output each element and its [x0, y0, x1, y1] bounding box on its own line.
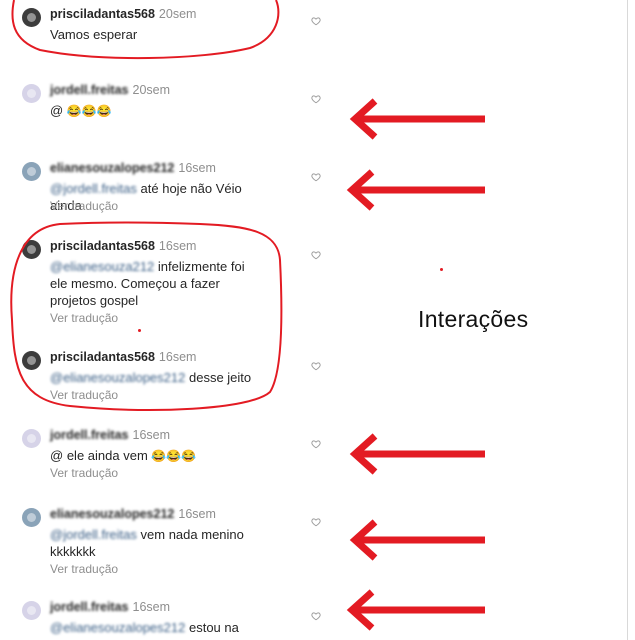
comment-time: 16sem: [178, 161, 216, 175]
comment-text: @elianesouza212 infelizmente foi ele mes…: [50, 258, 265, 309]
heart-icon[interactable]: [311, 16, 321, 26]
comment-header: elianesouzalopes212 16sem: [50, 506, 216, 522]
avatar[interactable]: [22, 601, 41, 620]
comment-header: jordell.freitas 20sem: [50, 82, 170, 98]
comment-mention[interactable]: @jordell.freitas: [50, 527, 137, 542]
comment-emoji: 😂😂😂: [66, 104, 112, 118]
comment-text: @elianesouzalopes212 desse jeito: [50, 369, 265, 386]
comment-header: prisciladantas568 16sem: [50, 238, 196, 254]
comment-text: @elianesouzalopes212 estou na: [50, 619, 265, 636]
annotation-label: Interações: [418, 306, 529, 332]
red-dot: [440, 268, 443, 271]
comment-username[interactable]: elianesouzalopes212: [50, 161, 174, 175]
screenshot-edge: [627, 0, 628, 640]
comment-time: 16sem: [132, 428, 171, 442]
comment-text-content: estou na: [188, 620, 239, 635]
comment-mention[interactable]: @: [50, 448, 63, 463]
comment-text: @jordell.freitas vem nada menino kkkkkkk: [50, 526, 265, 560]
see-translation-link[interactable]: Ver tradução: [50, 388, 118, 402]
comment-mention[interactable]: @elianesouzalopes212: [50, 620, 185, 635]
avatar[interactable]: [22, 84, 41, 103]
comment-username[interactable]: jordell.freitas: [50, 83, 129, 97]
heart-icon[interactable]: [311, 611, 321, 621]
avatar[interactable]: [22, 351, 41, 370]
avatar[interactable]: [22, 429, 41, 448]
comment-mention[interactable]: @jordell.freitas: [50, 181, 137, 196]
see-translation-link[interactable]: Ver tradução: [50, 311, 118, 325]
avatar[interactable]: [22, 240, 41, 259]
heart-icon[interactable]: [311, 439, 321, 449]
comment-header: elianesouzalopes212 16sem: [50, 160, 216, 176]
left-arrow-icon: [346, 169, 485, 211]
comment-time: 20sem: [158, 7, 197, 21]
comment-thread-screenshot: prisciladantas568 20sem Vamos esperar jor…: [0, 0, 635, 640]
see-translation-link[interactable]: Ver tradução: [50, 466, 118, 480]
comment-header: prisciladantas568 16sem: [50, 349, 196, 365]
avatar[interactable]: [22, 8, 41, 27]
heart-icon[interactable]: [311, 250, 321, 260]
heart-icon[interactable]: [311, 94, 321, 104]
comment-text-content: desse jeito: [188, 370, 252, 385]
comment-header: prisciladantas568 20sem: [50, 6, 196, 22]
comment-time: 16sem: [158, 350, 197, 364]
comment-username[interactable]: prisciladantas568: [50, 350, 155, 364]
comment-username[interactable]: jordell.freitas: [50, 428, 129, 442]
left-arrow-icon: [346, 589, 485, 631]
see-translation-link[interactable]: Ver tradução: [50, 562, 118, 576]
comment-username[interactable]: elianesouzalopes212: [50, 507, 174, 521]
comment-mention[interactable]: @elianesouza212: [50, 259, 154, 274]
comment-emoji: 😂😂😂: [151, 449, 197, 463]
see-translation-link[interactable]: Ver tradução: [50, 199, 118, 213]
comment-header: jordell.freitas 16sem: [50, 427, 170, 443]
comment-text: @ ele ainda vem 😂😂😂: [50, 447, 265, 465]
comment-username[interactable]: jordell.freitas: [50, 600, 129, 614]
left-arrow-icon: [349, 433, 485, 475]
red-dot: [138, 329, 141, 332]
heart-icon[interactable]: [311, 517, 321, 527]
comment-time: 20sem: [132, 83, 171, 97]
left-arrow-icon: [349, 519, 485, 561]
comment-mention[interactable]: @: [50, 103, 63, 118]
comment-username[interactable]: prisciladantas568: [50, 7, 155, 21]
comment-username[interactable]: prisciladantas568: [50, 239, 155, 253]
avatar[interactable]: [22, 508, 41, 527]
avatar[interactable]: [22, 162, 41, 181]
comment-text: Vamos esperar: [50, 26, 265, 43]
comment-time: 16sem: [178, 507, 216, 521]
comment-header: jordell.freitas 16sem: [50, 599, 170, 615]
comment-mention[interactable]: @elianesouzalopes212: [50, 370, 185, 385]
left-arrow-icon: [349, 98, 485, 140]
comment-text: @ 😂😂😂: [50, 102, 265, 120]
comment-text-content: ele ainda vem: [66, 448, 148, 463]
heart-icon[interactable]: [311, 361, 321, 371]
heart-icon[interactable]: [311, 172, 321, 182]
comment-time: 16sem: [132, 600, 171, 614]
comment-time: 16sem: [158, 239, 197, 253]
comment-text-content: Vamos esperar: [50, 27, 138, 42]
